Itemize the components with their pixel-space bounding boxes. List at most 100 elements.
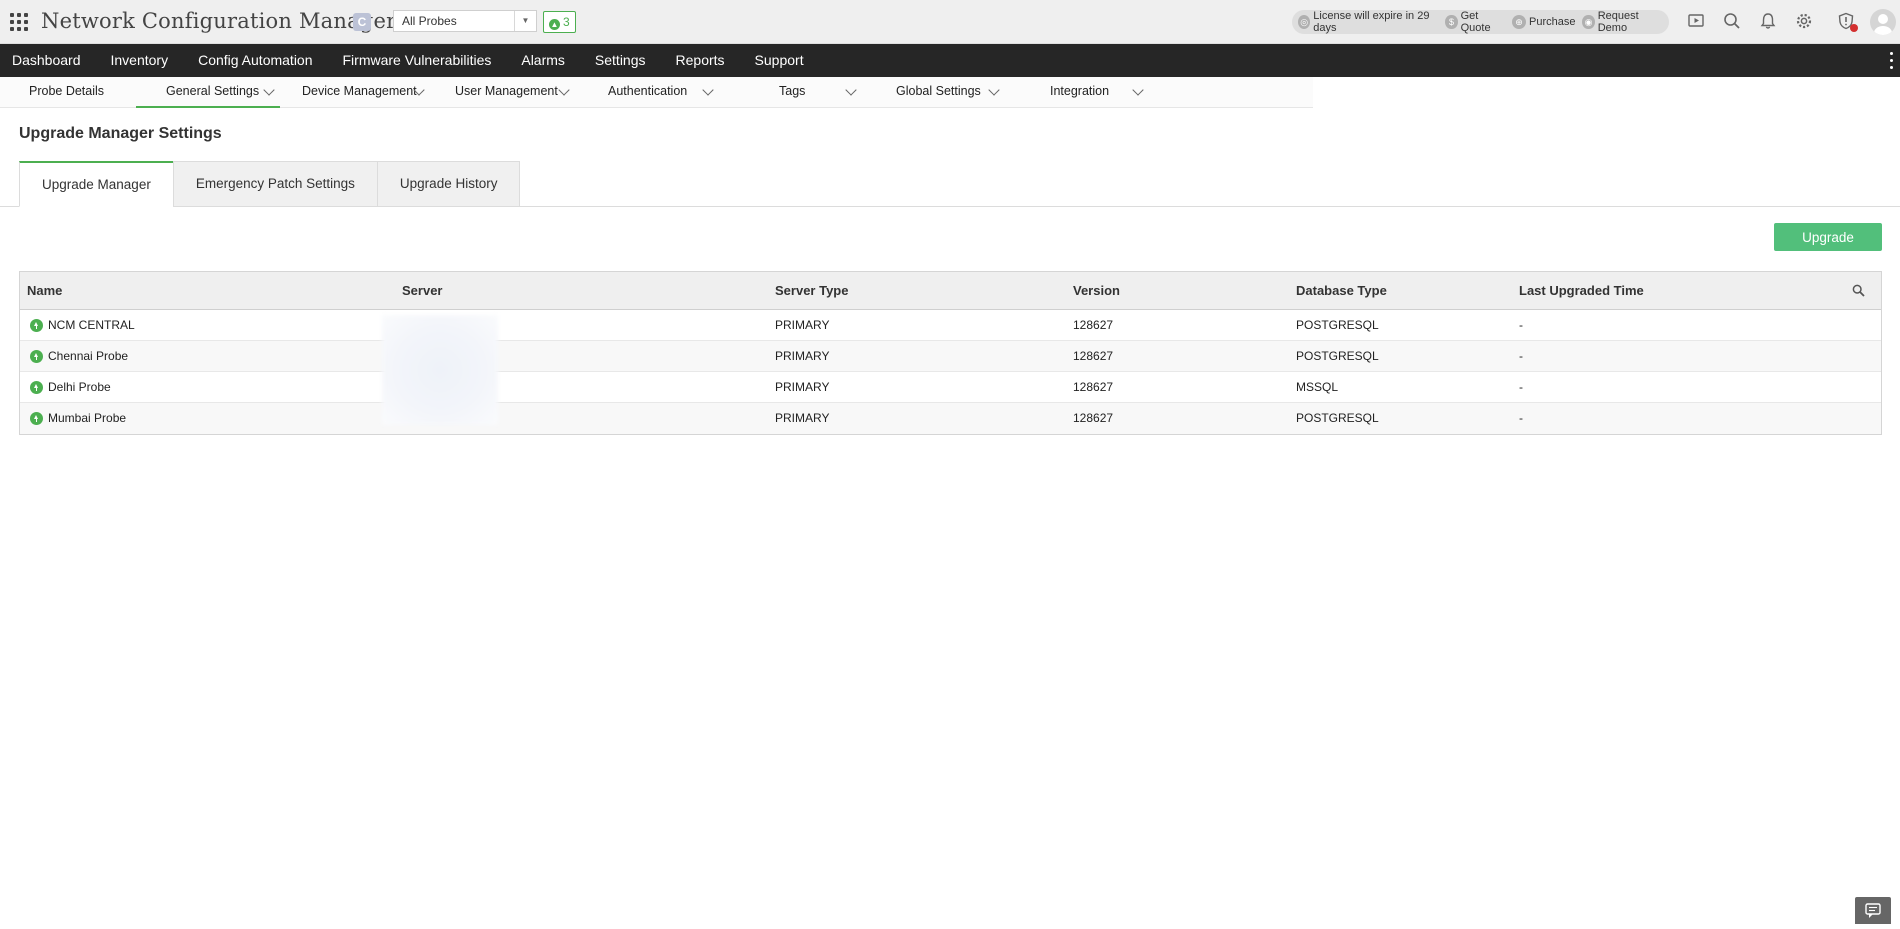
license-icon: ◎ — [1298, 15, 1311, 29]
nav-dashboard[interactable]: Dashboard — [0, 44, 99, 77]
arrow-up-icon: ▲ — [549, 19, 560, 30]
tab-upgrade-manager[interactable]: Upgrade Manager — [19, 161, 174, 207]
probes-table: Name Server Server Type Version Database… — [19, 271, 1882, 435]
subnav-device-management[interactable]: Device Management — [302, 77, 426, 108]
probe-count-badge[interactable]: ▲ 3 — [543, 11, 576, 33]
cell-version: 128627 — [1073, 380, 1114, 394]
user-avatar-icon[interactable] — [1870, 9, 1896, 35]
cell-server-type: PRIMARY — [775, 380, 830, 394]
chevron-down-icon — [988, 84, 1000, 96]
dollar-icon: $ — [1445, 15, 1458, 29]
probe-select[interactable]: All Probes ▼ — [393, 10, 537, 32]
cell-server-type: PRIMARY — [775, 411, 830, 425]
search-icon[interactable] — [1722, 12, 1742, 32]
search-icon[interactable] — [1852, 284, 1865, 297]
video-icon[interactable] — [1686, 12, 1706, 32]
purchase-text: Purchase — [1528, 16, 1576, 28]
column-header-last-upgraded-time[interactable]: Last Upgraded Time — [1519, 272, 1644, 310]
cart-icon: ⊕ — [1511, 15, 1526, 29]
get-quote-text: Get Quote — [1460, 10, 1491, 34]
cell-server-type: PRIMARY — [775, 349, 830, 363]
purchase-link[interactable]: ⊕ Purchase — [1511, 15, 1576, 29]
redacted-server-values — [382, 315, 498, 425]
nav-inventory[interactable]: Inventory — [99, 44, 187, 77]
request-demo-text: Request Demo — [1597, 10, 1639, 34]
cell-database-type: POSTGRESQL — [1296, 318, 1379, 332]
subnav-label: General Settings — [166, 84, 260, 98]
chat-icon[interactable] — [1855, 897, 1891, 924]
table-row[interactable]: Delhi Probe PRIMARY 128627 MSSQL - — [20, 372, 1881, 403]
table-row[interactable]: NCM CENTRAL PRIMARY 128627 POSTGRESQL - — [20, 310, 1881, 341]
nav-config-automation[interactable]: Config Automation — [186, 44, 330, 77]
column-header-server[interactable]: Server — [402, 272, 442, 310]
cell-last-upgraded: - — [1519, 349, 1523, 363]
subnav-integration[interactable]: Integration — [1050, 77, 1145, 108]
subnav-label: Probe Details — [29, 84, 105, 98]
cell-name: NCM CENTRAL — [48, 318, 135, 332]
subnav-tags[interactable]: Tags — [779, 77, 858, 108]
nav-reports[interactable]: Reports — [664, 44, 743, 77]
subnav-authentication[interactable]: Authentication — [608, 77, 715, 108]
table-row[interactable]: Chennai Probe PRIMARY 128627 POSTGRESQL … — [20, 341, 1881, 372]
more-options-icon[interactable] — [1890, 52, 1894, 69]
column-header-server-type[interactable]: Server Type — [775, 272, 848, 310]
subnav-general-settings[interactable]: General Settings — [136, 77, 280, 108]
app-title: Network Configuration Manager — [41, 9, 397, 33]
cell-version: 128627 — [1073, 318, 1114, 332]
alert-shield-icon[interactable] — [1836, 12, 1858, 32]
chevron-down-icon — [263, 84, 275, 96]
status-up-icon — [30, 381, 43, 394]
bell-icon[interactable] — [1758, 12, 1778, 32]
subnav-probe-details[interactable]: Probe Details — [29, 77, 104, 108]
nav-firmware-vulnerabilities[interactable]: Firmware Vulnerabilities — [331, 44, 510, 77]
chevron-down-icon — [558, 84, 570, 96]
license-expiry-text: License will expire in 29 days — [1313, 10, 1430, 34]
chevron-down-icon — [702, 84, 714, 96]
get-quote-link[interactable]: $ Get Quote — [1445, 10, 1505, 34]
subnav-user-management[interactable]: User Management — [455, 77, 572, 108]
column-header-database-type[interactable]: Database Type — [1296, 272, 1387, 310]
cell-database-type: POSTGRESQL — [1296, 349, 1379, 363]
nav-alarms[interactable]: Alarms — [509, 44, 583, 77]
cell-name: Delhi Probe — [48, 380, 111, 394]
cell-version: 128627 — [1073, 411, 1114, 425]
license-expiry-link[interactable]: ◎ License will expire in 29 days — [1298, 10, 1438, 34]
upgrade-button[interactable]: Upgrade — [1774, 223, 1882, 251]
cell-database-type: POSTGRESQL — [1296, 411, 1379, 425]
column-header-version[interactable]: Version — [1073, 272, 1120, 310]
license-bar: ◎ License will expire in 29 days $ Get Q… — [1292, 10, 1669, 34]
nav-support[interactable]: Support — [743, 44, 822, 77]
cell-name: Chennai Probe — [48, 349, 129, 363]
subnav-label: Device Management — [302, 84, 417, 98]
status-up-icon — [30, 412, 43, 425]
subnav-label: Tags — [779, 84, 806, 98]
edition-badge: C — [353, 13, 371, 31]
tab-emergency-patch-settings[interactable]: Emergency Patch Settings — [172, 161, 378, 207]
column-header-name[interactable]: Name — [27, 272, 62, 310]
cell-server-type: PRIMARY — [775, 318, 830, 332]
app-header: Network Configuration Manager C All Prob… — [0, 0, 1900, 44]
main-nav: Dashboard Inventory Config Automation Fi… — [0, 44, 1900, 77]
apps-grid-icon[interactable] — [10, 13, 28, 31]
tab-upgrade-history[interactable]: Upgrade History — [376, 161, 521, 207]
cell-database-type: MSSQL — [1296, 380, 1339, 394]
table-row[interactable]: Mumbai Probe PRIMARY 128627 POSTGRESQL - — [20, 403, 1881, 434]
chevron-down-icon: ▼ — [514, 11, 536, 31]
cell-last-upgraded: - — [1519, 380, 1523, 394]
cell-version: 128627 — [1073, 349, 1114, 363]
status-up-icon — [30, 350, 43, 363]
subnav-label: User Management — [455, 84, 558, 98]
cell-last-upgraded: - — [1519, 318, 1523, 332]
subnav-label: Integration — [1050, 84, 1110, 98]
subnav-global-settings[interactable]: Global Settings — [896, 77, 1001, 108]
subnav-label: Authentication — [608, 84, 688, 98]
subnav-label: Global Settings — [896, 84, 981, 98]
cell-last-upgraded: - — [1519, 411, 1523, 425]
probe-select-value: All Probes — [402, 14, 457, 28]
gear-icon[interactable] — [1794, 12, 1814, 32]
table-header: Name Server Server Type Version Database… — [20, 272, 1881, 310]
status-up-icon — [30, 319, 43, 332]
request-demo-link[interactable]: ◉ Request Demo — [1582, 10, 1662, 34]
nav-settings[interactable]: Settings — [583, 44, 664, 77]
tab-bar: Upgrade Manager Emergency Patch Settings… — [19, 161, 521, 207]
